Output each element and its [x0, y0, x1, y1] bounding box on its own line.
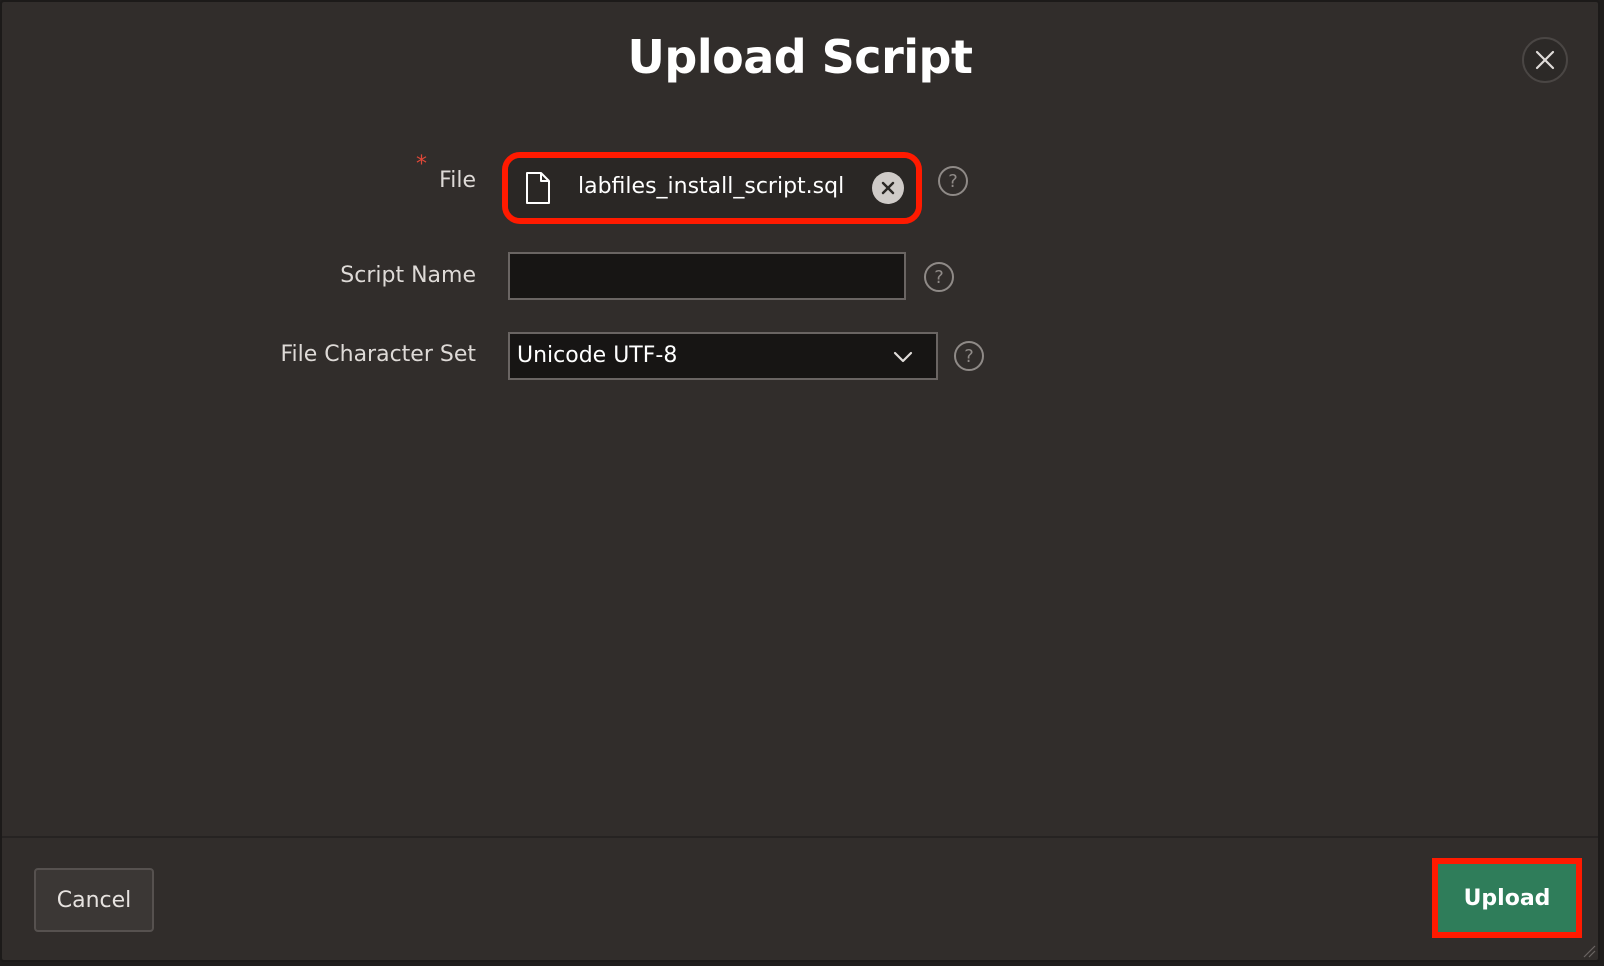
file-help-icon[interactable]: ?: [938, 166, 968, 196]
selected-file-name: labfiles_install_script.sql: [578, 174, 845, 199]
upload-button[interactable]: Upload: [1438, 864, 1576, 932]
script-name-input[interactable]: [508, 252, 906, 300]
file-icon: [526, 172, 550, 204]
footer-divider: [2, 836, 1598, 838]
close-icon: [1535, 50, 1555, 70]
close-button[interactable]: [1522, 37, 1568, 83]
charset-label: File Character Set: [280, 342, 476, 367]
file-label: File: [439, 168, 476, 193]
cancel-button[interactable]: Cancel: [34, 868, 154, 932]
charset-help-icon[interactable]: ?: [954, 341, 984, 371]
clear-file-button[interactable]: [872, 172, 904, 204]
file-drop-chip[interactable]: labfiles_install_script.sql: [508, 158, 916, 218]
charset-selected-value: Unicode UTF-8: [517, 343, 678, 368]
script-name-label: Script Name: [340, 263, 476, 288]
charset-select[interactable]: Unicode UTF-8: [508, 332, 938, 380]
dialog-title: Upload Script: [627, 30, 973, 84]
script-name-help-icon[interactable]: ?: [924, 262, 954, 292]
chevron-down-icon: [893, 351, 913, 363]
close-icon: [881, 181, 895, 195]
resize-grip-icon[interactable]: [1582, 944, 1596, 958]
upload-script-dialog: Upload Script * File labfiles_install_sc…: [0, 0, 1600, 962]
